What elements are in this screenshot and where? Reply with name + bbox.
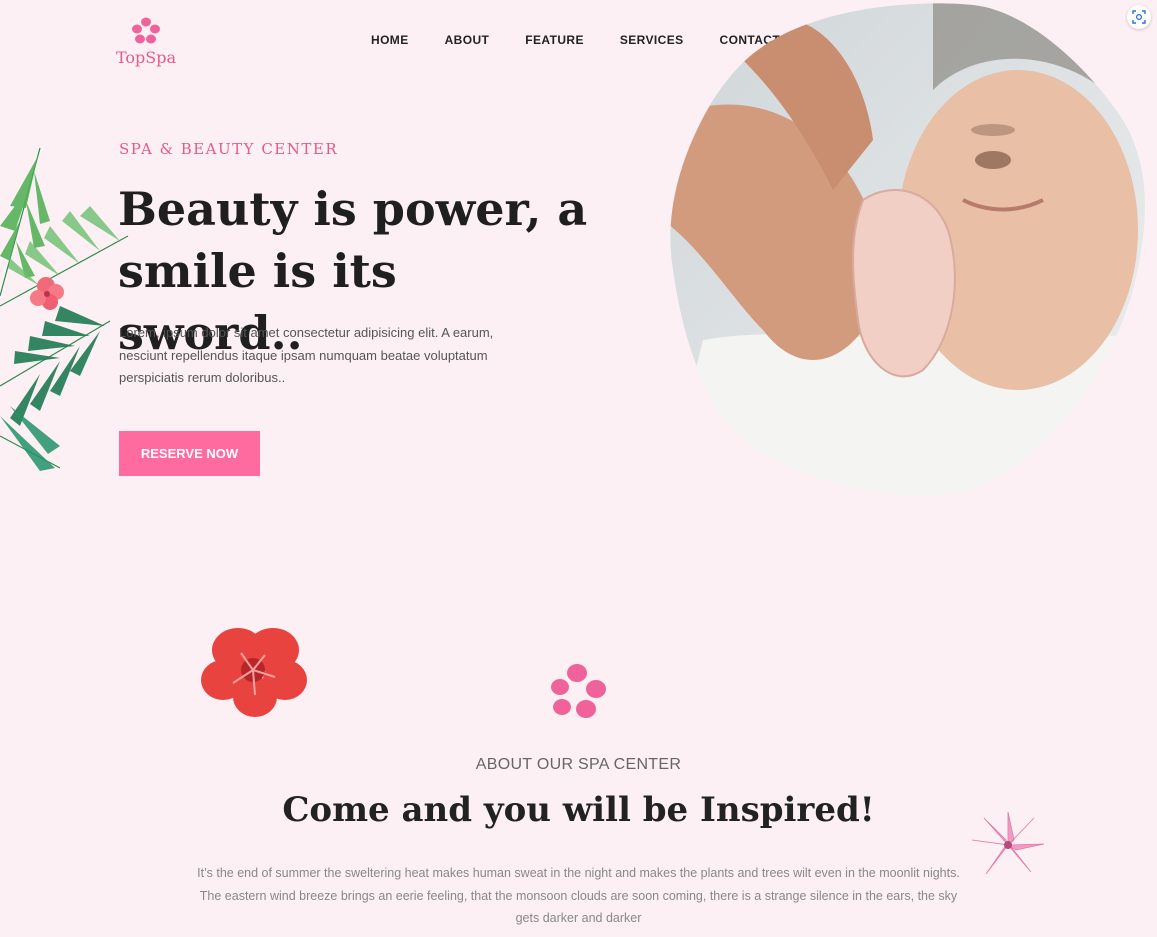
- facial-massage-photo: [670, 3, 1145, 497]
- about-description: It’s the end of summer the sweltering he…: [197, 866, 960, 925]
- reserve-now-button[interactable]: RESERVE NOW: [119, 431, 260, 476]
- about-subtitle: ABOUT OUR SPA CENTER: [475, 756, 682, 773]
- nav-feature[interactable]: FEATURE: [525, 33, 584, 47]
- hero-description: Lorem, ipsum dolor sit amet consectetur …: [119, 325, 494, 385]
- nav-about[interactable]: ABOUT: [445, 33, 490, 47]
- nav-home[interactable]: HOME: [371, 33, 409, 47]
- flower-petals-icon: [132, 17, 160, 44]
- brand-name: TopSpa: [115, 48, 177, 67]
- about-title: Come and you will be Inspired!: [282, 790, 875, 830]
- flower-petals-icon: [551, 664, 606, 718]
- tropical-leaves-decoration: [0, 147, 129, 471]
- brand-logo[interactable]: TopSpa: [115, 16, 177, 68]
- hero-eyebrow: SPA & BEAUTY CENTER: [119, 140, 339, 158]
- red-hibiscus-flower: [201, 628, 307, 717]
